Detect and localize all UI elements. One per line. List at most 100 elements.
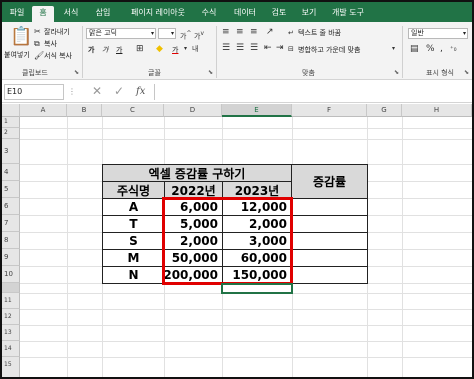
header-stock-name[interactable]: 주식명 — [102, 181, 165, 199]
stock-name-cell[interactable]: N — [102, 266, 165, 284]
column-header[interactable]: D — [164, 104, 222, 117]
row-header[interactable]: 8 — [2, 232, 20, 249]
copy-button[interactable]: 복사 — [44, 39, 57, 49]
name-box[interactable]: E10 — [4, 84, 64, 100]
tab-developer[interactable]: 개발 도구 — [328, 6, 368, 22]
font-color-button[interactable]: 가 — [172, 45, 178, 55]
enter-icon[interactable]: ✓ — [114, 85, 124, 97]
insert-function-button[interactable]: fx — [136, 86, 145, 97]
stock-name-cell[interactable]: M — [102, 249, 165, 267]
fill-color-icon[interactable]: ◆ — [156, 44, 163, 54]
row-header[interactable]: 13 — [2, 325, 20, 341]
tab-insert[interactable]: 삽입 — [92, 6, 114, 22]
row-header[interactable]: 14 — [2, 341, 20, 357]
row-header[interactable]: 10 — [2, 266, 20, 283]
select-all-corner[interactable] — [2, 104, 20, 117]
italic-button[interactable]: 가 — [102, 45, 108, 55]
row-header[interactable]: 4 — [2, 164, 20, 181]
copy-icon[interactable]: ⧉ — [34, 39, 40, 49]
rate-cell[interactable] — [291, 198, 368, 216]
rate-cell[interactable] — [291, 266, 368, 284]
tab-file[interactable]: 파일 — [6, 6, 28, 22]
wrap-text-button[interactable]: 텍스트 줄 바꿈 — [298, 28, 341, 38]
align-bottom-icon[interactable]: ≡ — [250, 27, 258, 37]
more-options-icon[interactable]: ⋮ — [68, 87, 76, 97]
result-header[interactable]: 증감률 — [291, 164, 368, 199]
ribbon-separator — [82, 26, 83, 78]
chevron-down-icon[interactable]: ▾ — [184, 44, 187, 54]
font-launcher-icon[interactable]: ⬊ — [208, 69, 213, 76]
rate-cell[interactable] — [291, 232, 368, 250]
stock-name-cell[interactable]: A — [102, 198, 165, 216]
row-header[interactable]: 2 — [2, 128, 20, 139]
paste-icon[interactable]: 📋 — [10, 28, 32, 46]
tab-view[interactable]: 보기 — [298, 6, 320, 22]
merge-center-button[interactable]: 병합하고 가운데 맞춤 — [298, 45, 360, 55]
percent-style-icon[interactable]: % — [426, 44, 435, 54]
font-size-select[interactable]: ▾ — [158, 28, 176, 39]
bold-button[interactable]: 가 — [88, 45, 94, 55]
row-header[interactable]: 3 — [2, 139, 20, 164]
align-center-icon[interactable]: ☰ — [236, 43, 244, 53]
merge-center-icon[interactable]: ⊟ — [288, 44, 294, 54]
rate-cell[interactable] — [291, 249, 368, 267]
row-header[interactable]: 12 — [2, 309, 20, 325]
column-header-selected[interactable]: E — [222, 104, 292, 117]
tab-formulas[interactable]: 수식 — [198, 6, 220, 22]
accounting-format-icon[interactable]: ▤ — [410, 44, 419, 54]
chevron-down-icon[interactable]: ▾ — [392, 44, 395, 54]
column-header[interactable]: G — [367, 104, 402, 117]
row-header[interactable]: 6 — [2, 198, 20, 215]
stock-name-cell[interactable]: S — [102, 232, 165, 250]
column-header[interactable]: H — [402, 104, 472, 117]
row-header[interactable]: 1 — [2, 117, 20, 128]
font-name-select[interactable]: 맑은 고딕 ▾ — [86, 28, 156, 39]
increase-indent-icon[interactable]: ⇥ — [276, 43, 284, 53]
row-header-selected[interactable] — [2, 283, 20, 293]
borders-icon[interactable]: ⊞ — [136, 44, 144, 54]
align-middle-icon[interactable]: ≡ — [236, 27, 244, 37]
row-header[interactable]: 9 — [2, 249, 20, 266]
format-painter-button[interactable]: 서식 복사 — [44, 51, 72, 61]
column-header[interactable]: C — [102, 104, 164, 117]
stock-name-cell[interactable]: T — [102, 215, 165, 233]
cancel-icon[interactable]: ✕ — [92, 85, 102, 97]
paste-button[interactable]: 붙여넣기 — [4, 50, 30, 60]
formula-input[interactable] — [154, 84, 470, 100]
tab-home[interactable]: 홈 — [32, 6, 54, 22]
align-right-icon[interactable]: ☰ — [250, 43, 258, 53]
wrap-text-icon[interactable]: ↵ — [288, 28, 294, 38]
tab-review[interactable]: 검토 — [268, 6, 290, 22]
clipboard-launcher-icon[interactable]: ⬊ — [74, 69, 79, 76]
tab-page-layout[interactable]: 페이지 레이아웃 — [126, 6, 190, 22]
align-top-icon[interactable]: ≡ — [222, 27, 230, 37]
number-launcher-icon[interactable]: ⬊ — [464, 69, 469, 76]
increase-decimal-icon[interactable]: ⁺₀ — [450, 44, 457, 54]
decrease-font-icon[interactable]: 가v — [194, 29, 204, 41]
increase-font-icon[interactable]: 가^ — [180, 29, 191, 41]
row-header[interactable]: 5 — [2, 181, 20, 198]
row-header[interactable]: 15 — [2, 357, 20, 377]
format-painter-icon[interactable]: 🖌 — [34, 51, 44, 61]
align-left-icon[interactable]: ☰ — [222, 43, 230, 53]
alignment-launcher-icon[interactable]: ⬊ — [394, 69, 399, 76]
tab-data[interactable]: 데이터 — [230, 6, 260, 22]
row-header[interactable]: 11 — [2, 293, 20, 309]
number-format-select[interactable]: 일반 ▾ — [408, 28, 468, 39]
rate-cell[interactable] — [291, 215, 368, 233]
table-title[interactable]: 엑셀 증감률 구하기 — [102, 164, 292, 182]
column-header[interactable]: B — [67, 104, 102, 117]
column-header[interactable]: A — [20, 104, 67, 117]
orientation-icon[interactable]: ↗ — [266, 27, 274, 37]
active-cell[interactable] — [221, 283, 293, 294]
worksheet-grid[interactable]: A B C D E F G H 1 2 3 4 5 6 7 8 9 10 11 … — [2, 104, 472, 377]
cut-icon[interactable]: ✂ — [34, 27, 41, 37]
column-header[interactable]: F — [292, 104, 367, 117]
cut-button[interactable]: 잘라내기 — [44, 27, 70, 37]
phonetic-icon[interactable]: 내 — [192, 44, 198, 54]
underline-button[interactable]: 가 — [116, 45, 122, 55]
tab-format[interactable]: 서식 — [60, 6, 82, 22]
decrease-indent-icon[interactable]: ⇤ — [264, 43, 272, 53]
comma-style-icon[interactable]: , — [440, 44, 443, 54]
row-header[interactable]: 7 — [2, 215, 20, 232]
